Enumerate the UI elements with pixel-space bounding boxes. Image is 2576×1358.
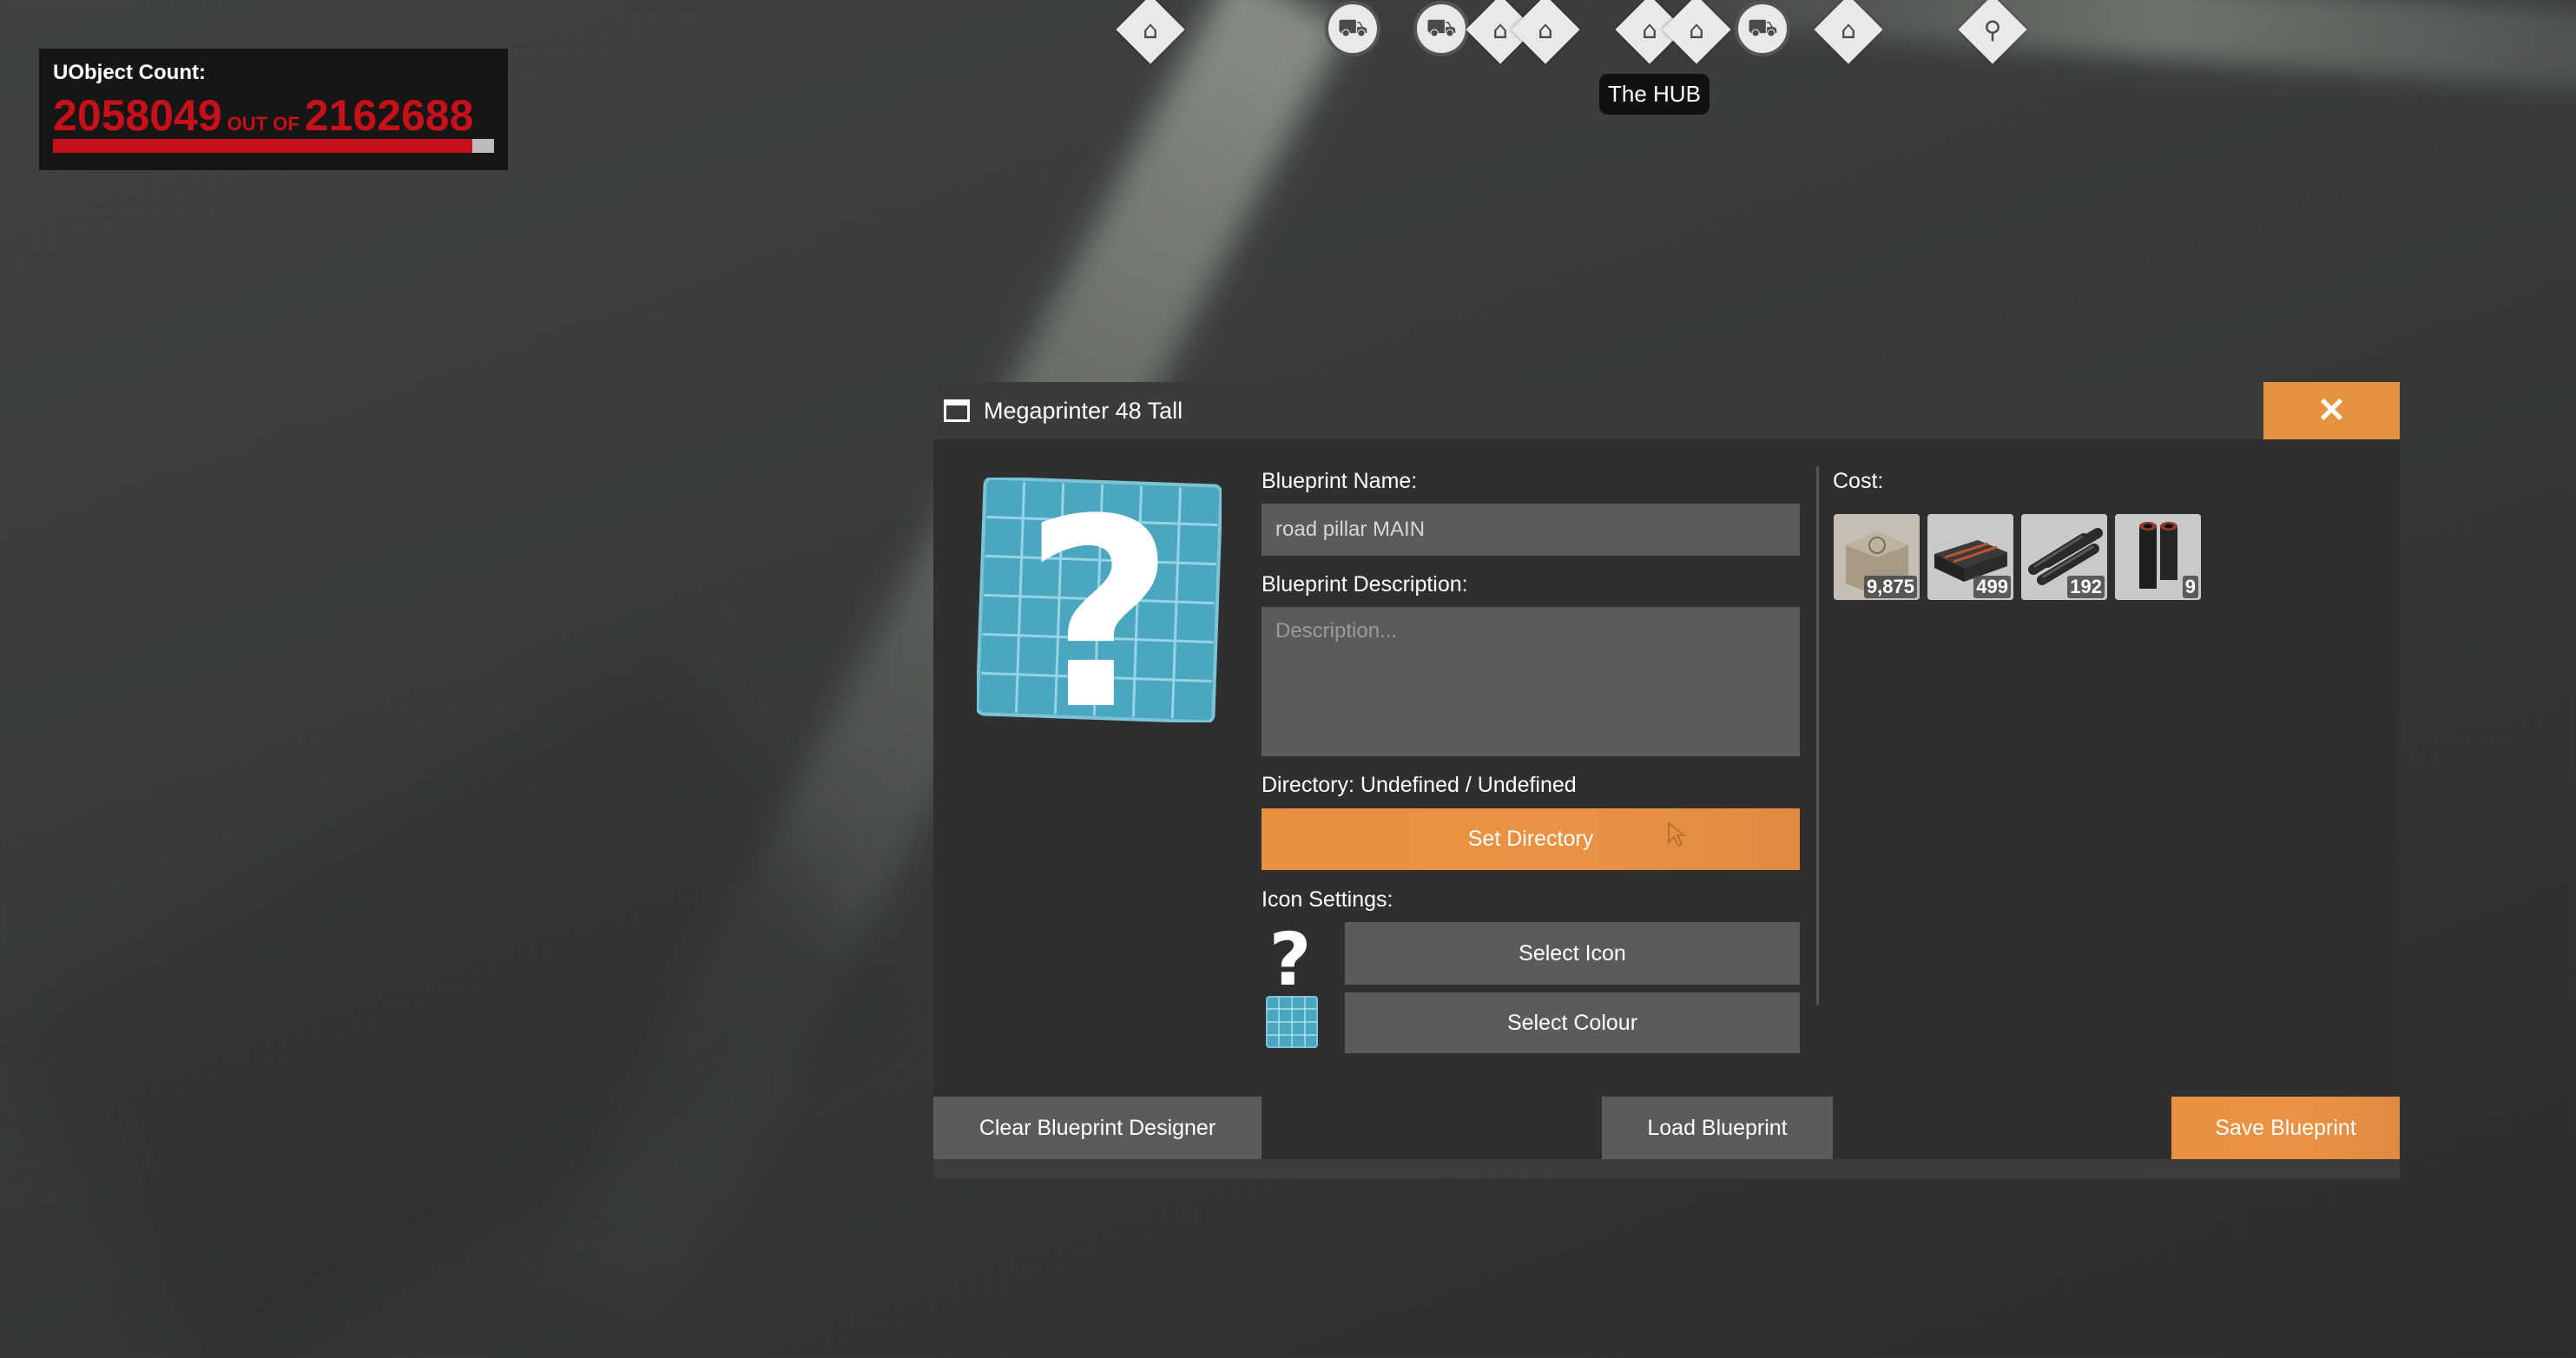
select-icon-button[interactable]: Select Icon [1345, 922, 1800, 985]
cost-label: Cost: [1833, 469, 1884, 493]
cost-item-qty: 9,875 [1863, 576, 1917, 598]
uobject-max: 2162688 [304, 91, 474, 140]
icon-settings-label: Icon Settings: [1262, 887, 1393, 912]
uobject-counter: UObject Count: 2058049 OUT OF 2162688 [39, 49, 508, 170]
blueprint-name-label: Blueprint Name: [1262, 469, 1418, 493]
cost-item-steel-beam: 499 [1927, 514, 2013, 600]
set-directory-button[interactable]: Set Directory [1262, 808, 1800, 870]
factory-icon: ⌂ [1689, 15, 1704, 44]
blueprint-designer-window: Megaprinter 48 Tall ✕ ? Blueprint Name: … [933, 382, 2400, 1178]
window-titlebar[interactable]: Megaprinter 48 Tall [933, 382, 2400, 439]
svg-text:?: ? [1024, 478, 1175, 722]
uobject-current: 2058049 [53, 91, 222, 140]
cost-item-encased-beam: 9 [2115, 514, 2201, 600]
compass-marker-factory: ⌂ [1116, 0, 1185, 64]
uobject-label: UObject Count: [53, 61, 206, 84]
clear-blueprint-designer-button[interactable]: Clear Blueprint Designer [933, 1097, 1262, 1159]
load-blueprint-button[interactable]: Load Blueprint [1602, 1097, 1833, 1159]
svg-text:?: ? [1270, 922, 1310, 990]
truck-icon: ⛟ [1413, 1, 1469, 56]
blueprint-name-input[interactable]: road pillar MAIN [1262, 504, 1800, 556]
blueprint-preview-icon: ? [977, 478, 1222, 722]
ground-shadow [0, 634, 894, 1358]
compass-marker-tower: ⚲ [1958, 0, 2027, 64]
cost-item-steel-pipe: 192 [2021, 514, 2107, 600]
cost-item-qty: 192 [2067, 576, 2105, 598]
tower-icon: ⚲ [1983, 15, 2002, 44]
panel-divider [1816, 466, 1819, 1005]
window-title: Megaprinter 48 Tall [984, 397, 1183, 424]
close-button[interactable]: ✕ [2263, 382, 2400, 439]
road-marking-far [1687, 0, 2576, 93]
blueprint-description-input[interactable]: Description... [1262, 607, 1800, 756]
cost-item-concrete: 9,875 [1834, 514, 1920, 600]
footer-strip [933, 1159, 2400, 1178]
tractor-icon: ⛟ [1325, 1, 1380, 56]
uobject-counts: 2058049 OUT OF 2162688 [53, 90, 494, 141]
compass-marker-factory: ⌂ [1662, 0, 1731, 64]
uobject-progress-fill [53, 139, 473, 153]
directory-label: Directory: Undefined / Undefined [1262, 773, 1577, 797]
factory-icon: ⌂ [1538, 15, 1553, 44]
select-colour-button[interactable]: Select Colour [1345, 992, 1800, 1053]
uobject-out-of: OUT OF [227, 113, 300, 135]
question-mark-icon: ? [1270, 922, 1310, 990]
factory-icon: ⌂ [1841, 15, 1856, 44]
colour-swatch-icon [1266, 996, 1318, 1048]
save-blueprint-button[interactable]: Save Blueprint [2171, 1097, 2400, 1159]
blueprint-description-label: Blueprint Description: [1262, 572, 1468, 597]
cost-list: 9,875 499 192 9 [1834, 514, 2201, 600]
cost-item-qty: 499 [1973, 576, 2011, 598]
uobject-progress-bar [53, 139, 494, 153]
factory-icon: ⌂ [1143, 15, 1158, 44]
window-icon [944, 399, 970, 422]
hub-tooltip: The HUB [1599, 74, 1710, 115]
cost-item-qty: 9 [2182, 576, 2198, 598]
mouse-cursor-icon [1668, 821, 1687, 847]
tractor-icon: ⛟ [1735, 1, 1790, 56]
compass-marker-factory: ⌂ [1511, 0, 1580, 64]
compass-marker-factory: ⌂ [1814, 0, 1883, 64]
